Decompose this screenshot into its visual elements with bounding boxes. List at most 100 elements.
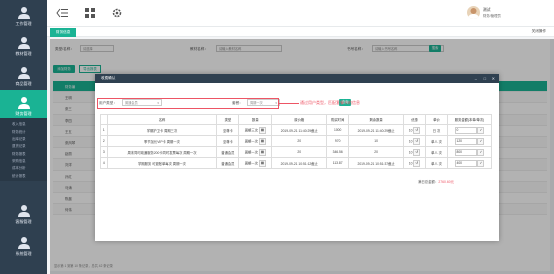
grid-icon[interactable] — [84, 7, 96, 19]
check-icon[interactable]: ✓ — [477, 126, 485, 134]
check-icon[interactable]: ✓ — [477, 148, 485, 156]
refresh-icon[interactable]: ↺ — [413, 159, 421, 167]
refresh-icon[interactable]: ↺ — [413, 148, 421, 156]
row-number: 3 — [100, 146, 108, 158]
table-header-row: 名称 类型 数量 原价格 购买时间 剩余数量 优惠 单价 服务金额(本单/单次) — [100, 114, 493, 125]
gear-icon[interactable] — [111, 7, 123, 19]
quantity-value: 周期三次 — [244, 127, 258, 132]
remain-value: 10 — [408, 127, 413, 132]
close-operations-menu[interactable]: 关闭操作 — [532, 29, 546, 34]
finance-submenu: 收入信息 财务统计 出库记录 退货记录 财务报表 采购信息 成本分析 统计报表 — [0, 118, 47, 181]
original-price: 970 — [326, 135, 350, 147]
table-row[interactable]: 2 季节加长VIP卡 周期一次 至尊卡 周期一次 ▦ 20 970 10 10 … — [100, 135, 493, 147]
user-icon — [17, 37, 30, 49]
sidebar-item-goods[interactable]: 商品管理 — [0, 60, 47, 90]
package-name: 学期护卫卡 周期三次 — [106, 124, 218, 136]
unit-value: 次 — [438, 150, 442, 155]
dropdown-icon[interactable]: ▦ — [258, 148, 266, 156]
refresh-icon[interactable]: ↺ — [413, 137, 421, 145]
highlight-box — [97, 98, 279, 109]
package-type: 至尊卡 — [216, 124, 240, 136]
submenu-item[interactable]: 统计报表 — [0, 172, 47, 179]
package-name: 季节加长VIP卡 周期一次 — [106, 135, 218, 147]
remain-cell: 10 ↺ — [403, 146, 427, 158]
discount-value: 日 — [432, 128, 437, 133]
row-number: 4 — [100, 157, 108, 169]
check-icon[interactable]: ✓ — [477, 137, 485, 145]
maximize-icon[interactable]: □ — [484, 74, 486, 83]
col-header: 名称 — [106, 114, 218, 125]
user-icon — [17, 205, 30, 217]
sidebar-item-finance[interactable]: 财务管理 — [0, 90, 47, 120]
sidebar-item-service[interactable]: 客服管理 — [0, 198, 47, 228]
table-row[interactable]: 1 学期护卫卡 周期三次 至尊卡 周期三次 ▦ 2019-09-21 11:40… — [100, 124, 493, 136]
end-time: 10 — [348, 135, 405, 147]
sidebar: 工作管理 教材管理 商品管理 财务管理 收入信息 财务统计 出库记录 退货记录 … — [0, 0, 47, 274]
quantity-value: 周期一次 — [244, 149, 258, 154]
quantity-cell: 周期一次 ▦ — [238, 157, 273, 169]
col-header: 原价格 — [271, 114, 328, 125]
original-price: 113.87 — [326, 157, 350, 169]
unit-value: 次 — [436, 128, 441, 133]
total-label: 满日总金额： — [418, 180, 439, 184]
amount-input[interactable]: 0 — [454, 126, 477, 134]
sidebar-item-textbook[interactable]: 教材管理 — [0, 30, 47, 60]
tab-finance[interactable]: 财务信息 — [50, 28, 77, 37]
close-icon[interactable]: ✕ — [492, 74, 495, 83]
submenu-item[interactable]: 成本分析 — [0, 164, 47, 171]
dropdown-icon[interactable]: ▦ — [258, 126, 266, 134]
remain-value: 10 — [408, 149, 413, 154]
package-table: 名称 类型 数量 原价格 购买时间 剩余数量 优惠 单价 服务金额(本单/单次)… — [100, 114, 493, 169]
amount-cell: 800 ✓ — [446, 146, 493, 158]
amount-input[interactable]: 400 — [454, 159, 477, 167]
user-icon — [17, 67, 30, 79]
discount-value: 单人 — [431, 150, 438, 155]
sidebar-item-label: 工作管理 — [15, 21, 32, 26]
modal-header: 收费确认 – □ ✕ — [95, 74, 499, 83]
refresh-icon[interactable]: ↺ — [413, 126, 421, 134]
check-icon[interactable]: ✓ — [477, 159, 485, 167]
amount-input[interactable]: 800 — [454, 148, 477, 156]
sidebar-item-work[interactable]: 工作管理 — [0, 0, 47, 30]
modal-title: 收费确认 — [101, 76, 116, 80]
col-header: 服务金额(本单/单次) — [446, 114, 493, 125]
submenu-item[interactable]: 财务统计 — [0, 127, 47, 134]
package-name: 学期服务 可退账单每次 周期一次 — [106, 157, 218, 169]
sidebar-item-label: 教材管理 — [15, 51, 32, 56]
dropdown-icon[interactable]: ▦ — [258, 137, 266, 145]
col-header: 剩余数量 — [348, 114, 405, 125]
submenu-item[interactable]: 财务报表 — [0, 150, 47, 157]
discount-value: 单人 — [431, 161, 438, 166]
sidebar-item-system[interactable]: 系统管理 — [0, 230, 47, 260]
discount-cell: 单人 次 — [425, 135, 448, 147]
remain-cell: 10 ↺ — [403, 124, 427, 136]
amount-input[interactable]: 120 — [454, 137, 477, 145]
end-time: 20 — [348, 146, 405, 158]
table-row[interactable]: 3 周末同时疏通服务200卡同时发票每次 周期一次 普通会员 周期一次 ▦ 20… — [100, 146, 493, 158]
unit-value: 次 — [438, 139, 442, 144]
submenu-item[interactable]: 采购信息 — [0, 157, 47, 164]
package-type: 普通会员 — [216, 157, 240, 169]
sidebar-item-label: 财务管理 — [15, 111, 32, 116]
quantity-value: 周期一次 — [244, 160, 258, 165]
col-header — [100, 114, 108, 125]
original-price: 346.56 — [326, 146, 350, 158]
col-header: 类型 — [216, 114, 240, 125]
col-header: 优惠 — [403, 114, 427, 125]
avatar[interactable] — [467, 6, 480, 19]
minimize-icon[interactable]: – — [475, 74, 477, 83]
submenu-item[interactable]: 收入信息 — [0, 120, 47, 127]
row-number: 2 — [100, 135, 108, 147]
table-row[interactable]: 4 学期服务 可退账单每次 周期一次 普通会员 周期一次 ▦ 2019-09-2… — [100, 157, 493, 169]
end-time: 2019-09-21 11:40:29截止 — [348, 124, 405, 136]
submenu-item[interactable]: 退货记录 — [0, 142, 47, 149]
submenu-item[interactable]: 出库记录 — [0, 135, 47, 142]
end-time: 2019-09-21 10:51:37截止 — [348, 157, 405, 169]
collapse-menu-icon[interactable] — [56, 7, 68, 19]
original-price: 1000 — [326, 124, 350, 136]
amount-cell: 400 ✓ — [446, 157, 493, 169]
start-time: 2019-09-21 11:40:29截止 — [271, 124, 328, 136]
package-type: 普通会员 — [216, 146, 240, 158]
dropdown-icon[interactable]: ▦ — [258, 159, 266, 167]
discount-value: 单人 — [431, 139, 438, 144]
